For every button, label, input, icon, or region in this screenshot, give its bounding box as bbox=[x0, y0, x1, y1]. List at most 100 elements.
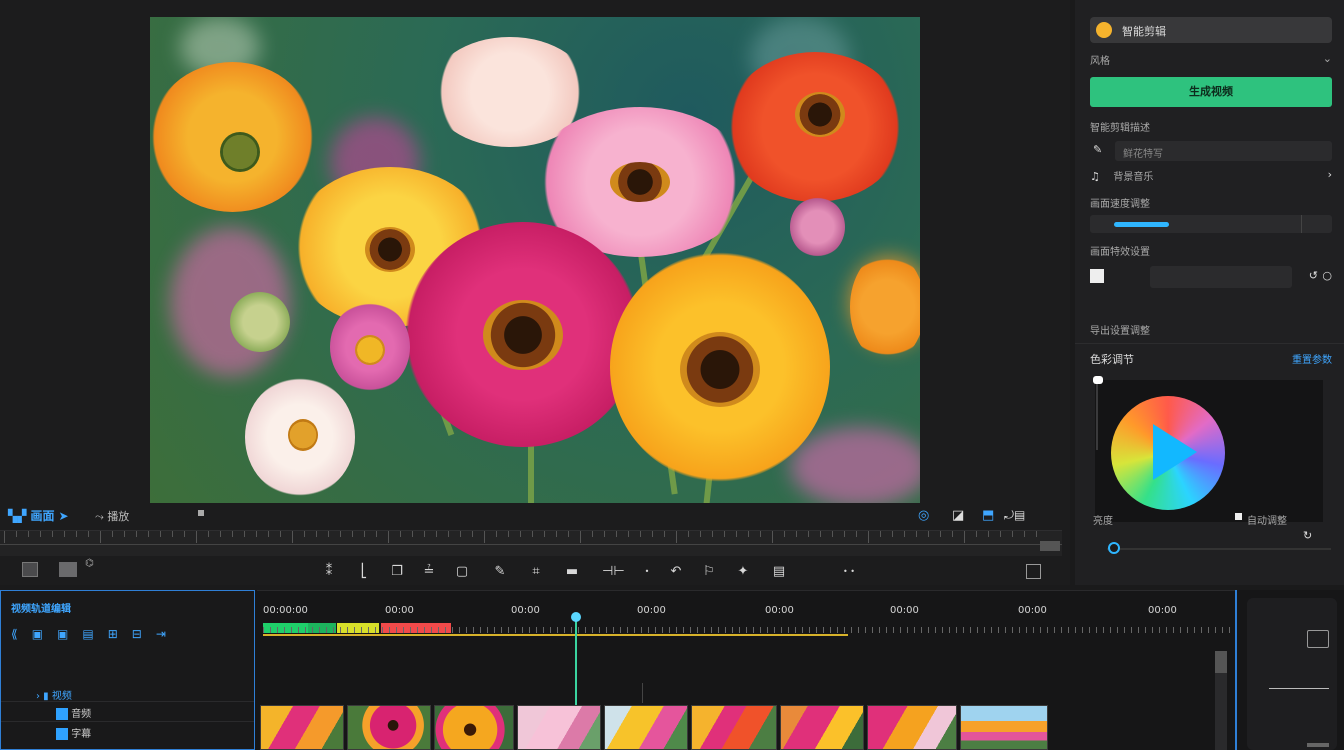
ruler-tick bbox=[268, 531, 269, 537]
film-icon[interactable]: ▤ bbox=[82, 627, 93, 641]
track-item-1[interactable]: › ▮ 视频 bbox=[36, 687, 72, 702]
grid-icon[interactable]: ▤ bbox=[770, 564, 788, 580]
effect-field[interactable] bbox=[1150, 266, 1292, 288]
meter-icon[interactable] bbox=[1307, 630, 1329, 648]
track-tools[interactable]: ⟪ ▣ ▣ ▤ ⊞ ⊟ ⇥ bbox=[11, 627, 166, 641]
ruler-tick bbox=[544, 531, 545, 537]
export-track-icon[interactable]: ⇥ bbox=[156, 627, 166, 641]
description-field[interactable]: 鲜花特写 bbox=[1115, 141, 1332, 161]
ruler-tick bbox=[532, 531, 533, 537]
panel-toggle-icon[interactable] bbox=[1026, 564, 1041, 579]
clip-thumbnail[interactable] bbox=[260, 705, 344, 750]
copy-icon[interactable]: ❐ bbox=[388, 564, 406, 580]
ruler-tick bbox=[772, 531, 773, 543]
ruler-tick bbox=[760, 531, 761, 537]
effect-section-title: 画面特效设置 bbox=[1090, 247, 1150, 258]
reset-small-icon[interactable]: ↻ bbox=[1303, 529, 1312, 542]
ruler-tick bbox=[448, 531, 449, 537]
refresh-icon[interactable]: ◎ bbox=[918, 508, 929, 523]
more-icon[interactable]: • • bbox=[840, 564, 858, 580]
clip-thumbnail[interactable] bbox=[347, 705, 431, 750]
text-icon[interactable]: ⌗ bbox=[527, 564, 545, 580]
ruler-tick bbox=[784, 531, 785, 537]
crop-icon[interactable]: ◪ bbox=[952, 508, 964, 523]
cursor-icon: ⤳ bbox=[95, 510, 104, 523]
clip-thumbnail[interactable] bbox=[691, 705, 777, 750]
clip-thumbnail[interactable] bbox=[604, 705, 688, 750]
ruler-tick bbox=[856, 531, 857, 537]
clip-thumbnail[interactable] bbox=[517, 705, 601, 750]
vertical-handle[interactable] bbox=[1093, 376, 1103, 384]
ruler-tick bbox=[244, 531, 245, 537]
ripple-icon[interactable]: ≟ bbox=[420, 564, 438, 580]
brightness-handle[interactable] bbox=[1108, 542, 1120, 554]
back-icon[interactable]: ⟪ bbox=[11, 627, 18, 641]
style-row[interactable]: 风格 ⌄ bbox=[1090, 52, 1332, 70]
ruler-tick bbox=[616, 531, 617, 537]
flag-icon[interactable]: ⚐ bbox=[700, 564, 718, 580]
split-track-icon[interactable]: ⊞ bbox=[108, 627, 118, 641]
ruler-tick bbox=[256, 531, 257, 537]
ratio-icon[interactable]: ⤾▤ bbox=[1004, 508, 1025, 523]
ruler-tick bbox=[328, 531, 329, 537]
generate-button[interactable]: 生成视频 bbox=[1090, 77, 1332, 107]
clip-thumbnail[interactable] bbox=[434, 705, 514, 750]
reset-icon[interactable]: ↺ bbox=[1309, 269, 1318, 282]
split-icon[interactable]: ⁑ bbox=[320, 564, 338, 580]
playback-control[interactable]: ⤳ 播放 bbox=[95, 508, 129, 524]
clip-thumbnail[interactable] bbox=[867, 705, 957, 750]
ruler-tick bbox=[112, 531, 113, 537]
music-row[interactable]: ♫ 背景音乐 › bbox=[1090, 168, 1332, 184]
effect-row[interactable]: ↺ ○ bbox=[1090, 266, 1332, 288]
thumbnail-icon[interactable] bbox=[59, 562, 77, 577]
fullscreen-icon[interactable]: ⬒ bbox=[982, 508, 994, 523]
meter-line bbox=[1269, 688, 1329, 689]
undo-icon[interactable]: ↶ bbox=[667, 564, 685, 580]
clip-thumbnail[interactable] bbox=[780, 705, 864, 750]
ruler-tick bbox=[844, 531, 845, 537]
crop-box-icon[interactable]: ▢ bbox=[453, 564, 471, 580]
color-reset-link[interactable]: 重置参数 bbox=[1292, 351, 1332, 366]
box2-icon[interactable]: ▣ bbox=[57, 627, 68, 641]
track-item-2[interactable]: 音频 bbox=[56, 705, 91, 720]
ruler-tick bbox=[388, 531, 389, 543]
preview-ruler[interactable] bbox=[0, 530, 1062, 556]
box-icon[interactable]: ▣ bbox=[32, 627, 43, 641]
ruler-tick bbox=[172, 531, 173, 537]
ruler-tick bbox=[796, 531, 797, 537]
playback-label: 播放 bbox=[107, 510, 130, 523]
export-section-title: 导出设置调整 bbox=[1090, 326, 1150, 337]
editor-app: ▚▞ 画面 ➤ ⤳ 播放 ◎ ◪ ⬒ ⤾▤ ⌬ ⁑ ⎣ ❐ ≟ ▢ ✎ ⌗ ▬ … bbox=[0, 0, 1344, 750]
track-item-3[interactable]: 字幕 bbox=[56, 725, 91, 740]
ruler-tick bbox=[628, 531, 629, 537]
chevron-right-icon: › bbox=[1327, 168, 1332, 181]
clip-thumbnail[interactable] bbox=[960, 705, 1048, 750]
checkbox-icon[interactable] bbox=[1235, 513, 1242, 520]
time-label-7: 00:00 bbox=[1148, 605, 1177, 616]
settings-icon[interactable]: ⌬ bbox=[85, 558, 94, 569]
trim-left-icon[interactable]: ⎣ bbox=[355, 564, 373, 580]
preview-image[interactable] bbox=[150, 17, 920, 503]
ruler-tick bbox=[868, 531, 869, 543]
ai-header[interactable]: 智能剪辑 bbox=[1090, 17, 1332, 43]
brightness-slider[interactable] bbox=[1107, 548, 1331, 550]
playhead-handle[interactable] bbox=[571, 612, 581, 622]
ruler-tick bbox=[688, 531, 689, 537]
speed-slider[interactable] bbox=[1090, 215, 1332, 233]
grid-track-icon[interactable]: ⊟ bbox=[132, 627, 142, 641]
dot-icon[interactable]: • bbox=[638, 564, 656, 580]
ruler-tick bbox=[76, 531, 77, 537]
pen-icon[interactable]: ✎ bbox=[491, 564, 509, 580]
ruler-tick bbox=[1012, 531, 1013, 537]
color-wheel-box[interactable] bbox=[1093, 376, 1323, 522]
magic-icon[interactable]: ✦ bbox=[734, 564, 752, 580]
loop-icon[interactable]: ○ bbox=[1322, 269, 1332, 282]
track-header: 视频轨道编辑 ⟪ ▣ ▣ ▤ ⊞ ⊟ ⇥ › ▮ 视频 音频 字幕 bbox=[0, 590, 255, 750]
ruler-tick bbox=[556, 531, 557, 537]
list-icon[interactable] bbox=[22, 562, 38, 577]
ruler-tick bbox=[436, 531, 437, 537]
delete-icon[interactable]: ▬ bbox=[563, 564, 581, 580]
align-icon[interactable]: ⊣⊢ bbox=[602, 564, 625, 580]
view-toggle[interactable]: ▚▞ 画面 ➤ bbox=[8, 507, 69, 524]
ruler-tick bbox=[460, 531, 461, 537]
